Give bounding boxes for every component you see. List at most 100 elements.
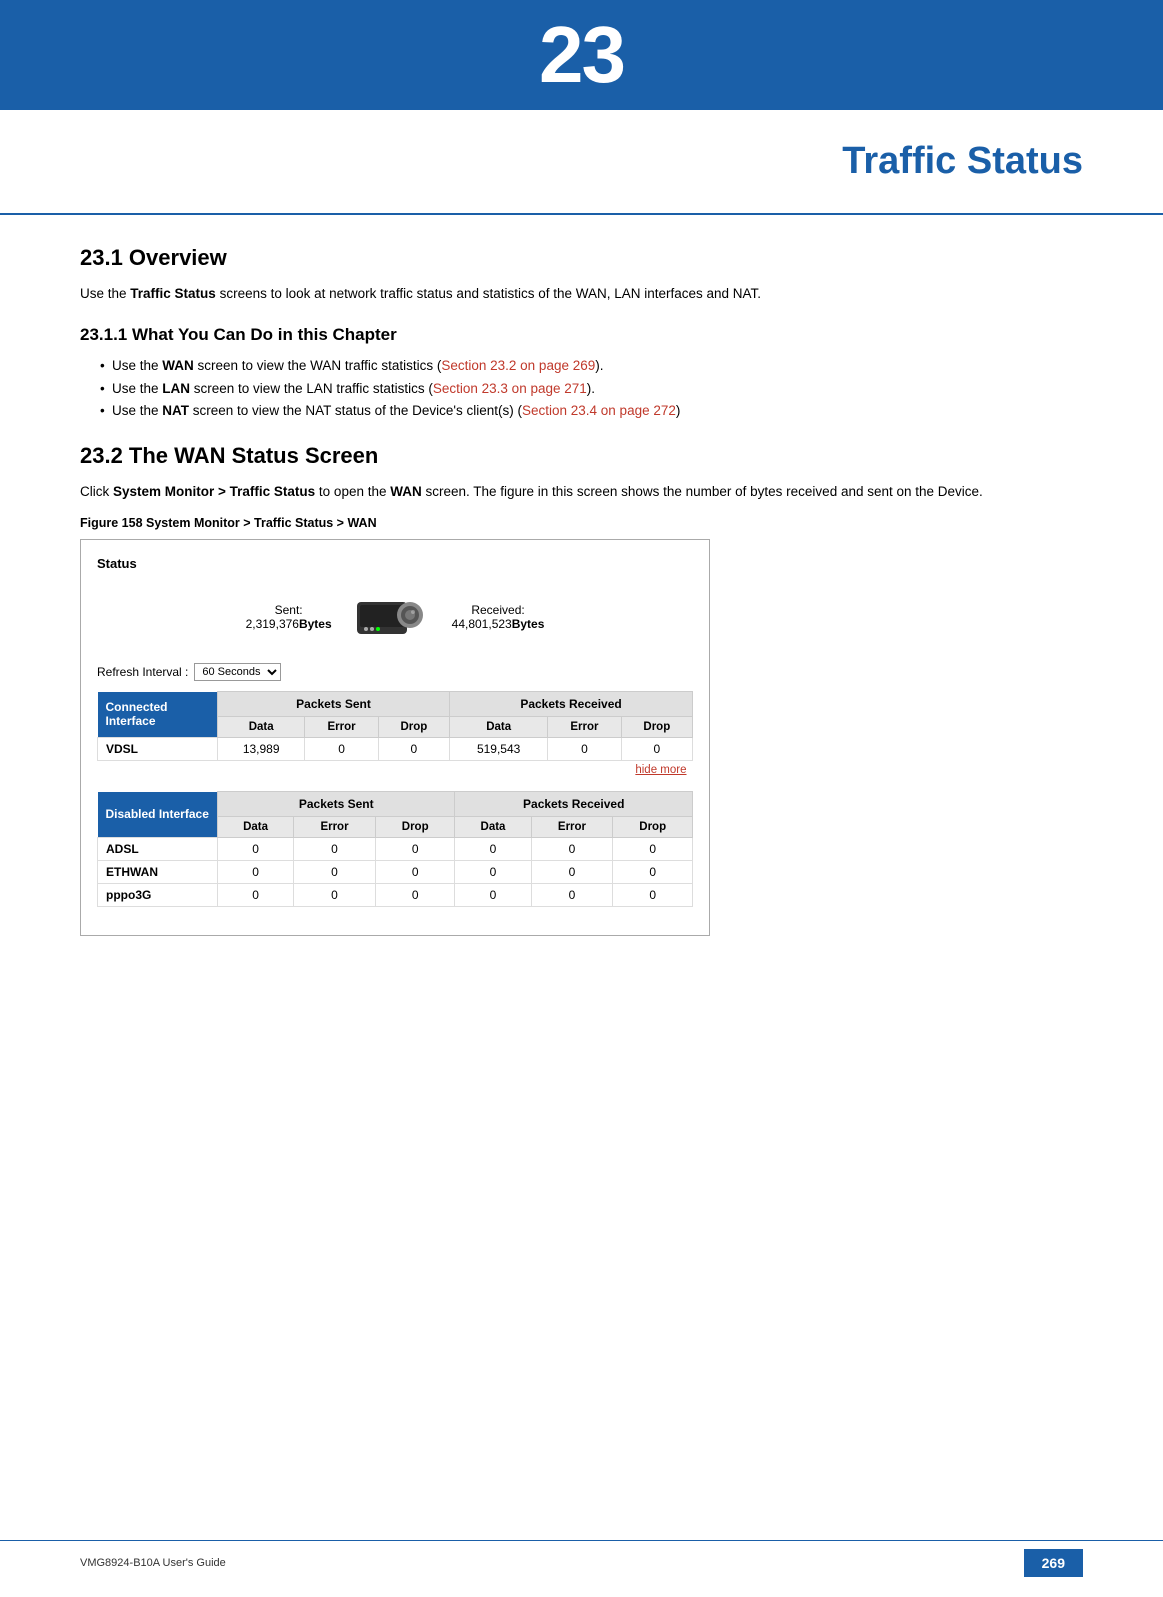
col-drop-sent: Drop [378,717,449,738]
wan-status-body: Click System Monitor > Traffic Status to… [80,481,1083,503]
list-item-lan: Use the LAN screen to view the LAN traff… [100,378,1083,401]
vdsl-row: VDSL 13,989 0 0 519,543 0 0 [98,738,693,761]
hide-more-link[interactable]: hide more [635,764,686,776]
section-23-2-link[interactable]: Section 23.2 on page 269 [441,358,595,373]
received-number: 44,801,523 [452,617,512,631]
overview-heading: 23.1 Overview [80,245,1083,271]
disabled-col-drop-sent: Drop [375,817,455,838]
what-you-can-do-list: Use the WAN screen to view the WAN traff… [80,355,1083,424]
nat-bold: NAT [162,403,189,418]
chapter-title-area: Traffic Status [0,110,1163,215]
packets-received-label: Packets Received [450,692,693,717]
refresh-interval-select[interactable]: 60 Seconds [194,663,281,681]
disabled-section: Disabled Interface Packets Sent Packets … [97,791,693,907]
connected-interface-table: Connected Interface Packets Sent Packets… [97,691,693,779]
disabled-col-data-recv: Data [455,817,531,838]
ethwan-error-sent: 0 [294,861,376,884]
pppo3g-error-sent: 0 [294,884,376,907]
footer-right: 269 [1024,1549,1083,1577]
disabled-col-data-sent: Data [218,817,294,838]
sent-value: 2,319,376Bytes [246,617,332,631]
pppo3g-row: pppo3G 0 0 0 0 0 0 [98,884,693,907]
chapter-banner: 23 [0,0,1163,110]
sent-number: 2,319,376 [246,617,299,631]
vdsl-drop-sent: 0 [378,738,449,761]
refresh-row: Refresh Interval : 60 Seconds [97,663,693,681]
footer-left: VMG8924-B10A User's Guide [80,1557,226,1569]
chapter-title: Traffic Status [842,140,1083,182]
vdsl-error-sent: 0 [305,738,378,761]
overview-body-text: screens to look at network traffic statu… [220,286,761,301]
disabled-col-drop-recv: Drop [613,817,693,838]
wan-status-heading: 23.2 The WAN Status Screen [80,443,1083,469]
system-monitor-bold: System Monitor > Traffic Status [113,484,315,499]
ethwan-error-recv: 0 [531,861,613,884]
vdsl-data-sent: 13,989 [218,738,305,761]
pppo3g-interface: pppo3G [98,884,218,907]
col-data-sent: Data [218,717,305,738]
packets-sent-label: Packets Sent [218,692,450,717]
adsl-drop-recv: 0 [613,838,693,861]
figure-caption: Figure 158 System Monitor > Traffic Stat… [80,513,1083,533]
vdsl-drop-recv: 0 [621,738,692,761]
refresh-label: Refresh Interval : [97,665,188,679]
chapter-number: 23 [539,9,624,101]
ethwan-interface: ETHWAN [98,861,218,884]
pppo3g-data-recv: 0 [455,884,531,907]
section-23-3-link[interactable]: Section 23.3 on page 271 [433,381,587,396]
list-item-nat: Use the NAT screen to view the NAT statu… [100,400,1083,423]
adsl-error-recv: 0 [531,838,613,861]
col-data-recv: Data [450,717,548,738]
disabled-packets-received-label: Packets Received [455,792,693,817]
figure-caption-bold: Figure 158 [80,516,143,530]
adsl-error-sent: 0 [294,838,376,861]
pppo3g-data-sent: 0 [218,884,294,907]
adsl-data-sent: 0 [218,838,294,861]
ethwan-data-sent: 0 [218,861,294,884]
ethwan-drop-sent: 0 [375,861,455,884]
ethwan-row: ETHWAN 0 0 0 0 0 0 [98,861,693,884]
traffic-status-bold: Traffic Status [130,286,216,301]
screenshot-box: Status Sent: 2,319,376Bytes [80,539,710,936]
disabled-interface-table: Disabled Interface Packets Sent Packets … [97,791,693,907]
col-drop-recv: Drop [621,717,692,738]
wan-bold-2: WAN [390,484,422,499]
sent-block: Sent: 2,319,376Bytes [246,603,332,631]
received-value: 44,801,523Bytes [452,617,545,631]
ethwan-data-recv: 0 [455,861,531,884]
connected-interface-header-row: Connected Interface Packets Sent Packets… [98,692,693,717]
device-icon [352,587,432,647]
adsl-data-recv: 0 [455,838,531,861]
connected-interface-label: Connected Interface [98,692,218,738]
hide-more-cell: hide more [98,761,693,780]
received-block: Received: 44,801,523Bytes [452,603,545,631]
vdsl-data-recv: 519,543 [450,738,548,761]
sent-label: Sent: [246,603,332,617]
list-item-wan: Use the WAN screen to view the WAN traff… [100,355,1083,378]
col-error-recv: Error [548,717,621,738]
ethwan-drop-recv: 0 [613,861,693,884]
hide-more-row: hide more [98,761,693,780]
sent-unit: Bytes [299,617,332,631]
adsl-drop-sent: 0 [375,838,455,861]
disabled-interface-label: Disabled Interface [98,792,218,838]
lan-bold: LAN [162,381,190,396]
footer: VMG8924-B10A User's Guide 269 [0,1540,1163,1577]
col-error-sent: Error [305,717,378,738]
received-label: Received: [452,603,545,617]
device-area: Sent: 2,319,376Bytes [97,587,693,647]
what-you-can-do-heading: 23.1.1 What You Can Do in this Chapter [80,325,1083,345]
adsl-row: ADSL 0 0 0 0 0 0 [98,838,693,861]
vdsl-error-recv: 0 [548,738,621,761]
disabled-col-error-recv: Error [531,817,613,838]
pppo3g-drop-recv: 0 [613,884,693,907]
figure-caption-desc: System Monitor > Traffic Status > WAN [143,516,377,530]
main-content: 23.1 Overview Use the Traffic Status scr… [0,245,1163,936]
disabled-col-error-sent: Error [294,817,376,838]
disabled-interface-header-row: Disabled Interface Packets Sent Packets … [98,792,693,817]
pppo3g-error-recv: 0 [531,884,613,907]
wan-bold: WAN [162,358,194,373]
section-23-4-link[interactable]: Section 23.4 on page 272 [522,403,676,418]
overview-body: Use the Traffic Status screens to look a… [80,283,1083,305]
status-label: Status [97,556,693,571]
